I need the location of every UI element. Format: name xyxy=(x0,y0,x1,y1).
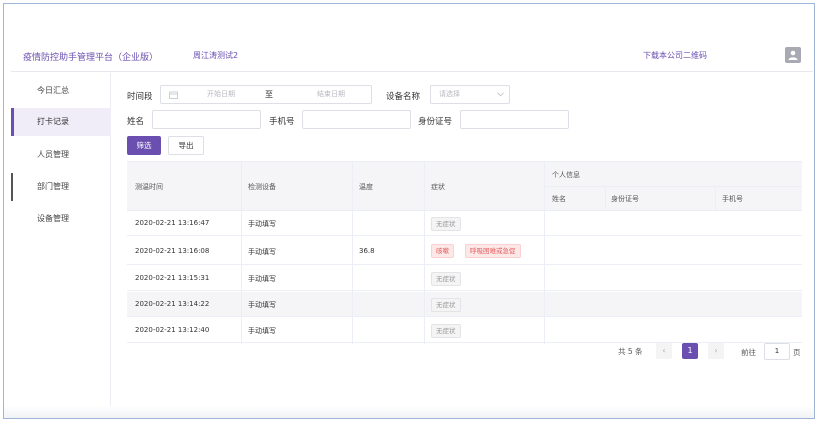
symptom-tag: 无症状 xyxy=(431,298,461,312)
col-phone: 手机号 xyxy=(722,195,743,203)
sidebar-item-personnel[interactable]: 人员管理 xyxy=(11,141,111,169)
col-device: 检测设备 xyxy=(248,183,276,191)
table-row[interactable]: 2020-02-21 13:16:47 手动填写 无症状 xyxy=(127,211,802,236)
cell-time: 2020-02-21 13:14:22 xyxy=(135,300,210,308)
filter-button[interactable]: 筛选 xyxy=(127,136,161,155)
header-divider xyxy=(424,162,425,212)
cell-device: 手动填写 xyxy=(248,301,276,309)
app-frame: 疫情防控助手管理平台（企业版） 周江涛测试2 下载本公司二维码 今日汇总 打卡记… xyxy=(3,3,815,419)
user-icon xyxy=(788,50,798,60)
col-personal-info: 个人信息 xyxy=(552,171,580,179)
device-select[interactable]: 请选择 xyxy=(430,85,510,104)
header-divider xyxy=(715,187,716,212)
table-header: 测温时间 检测设备 温度 症状 个人信息 姓名 身份证号 手机号 xyxy=(127,161,802,212)
pager-total: 共 5 条 xyxy=(618,347,643,356)
sidebar: 今日汇总 打卡记录 人员管理 部门管理 设备管理 xyxy=(11,73,111,418)
symptom-tag: 无症状 xyxy=(431,324,461,338)
id-number-label: 身份证号 xyxy=(418,117,453,127)
table-row[interactable]: 2020-02-21 13:16:08 手动填写 36.8 咳嗽 呼吸困难或急促 xyxy=(127,237,802,265)
main-content: 时间段 开始日期 至 结束日期 设备名称 请选择 姓名 手机号 身份证号 筛选 … xyxy=(117,79,812,409)
date-range-input[interactable]: 开始日期 至 结束日期 xyxy=(160,85,372,104)
name-label: 姓名 xyxy=(127,117,145,127)
header-divider xyxy=(544,162,545,212)
device-name-label: 设备名称 xyxy=(386,92,421,102)
pager-next-button[interactable]: › xyxy=(708,343,724,359)
table-row[interactable]: 2020-02-21 13:12:40 手动填写 无症状 xyxy=(127,318,802,343)
col-time: 测温时间 xyxy=(135,183,163,191)
cell-time: 2020-02-21 13:16:08 xyxy=(135,247,210,255)
symptom-tag: 无症状 xyxy=(431,217,461,231)
device-select-placeholder: 请选择 xyxy=(439,90,460,98)
sidebar-item-label: 部门管理 xyxy=(37,182,69,191)
sidebar-item-devices[interactable]: 设备管理 xyxy=(11,205,111,233)
platform-title: 疫情防控助手管理平台（企业版） xyxy=(23,53,159,63)
header-subdivider xyxy=(544,186,802,187)
top-blank-area xyxy=(4,4,814,36)
header-divider xyxy=(352,162,353,212)
symptom-tag: 呼吸困难或急促 xyxy=(465,244,521,258)
col-symptom: 症状 xyxy=(431,183,445,191)
col-name: 姓名 xyxy=(552,195,566,203)
bottom-fade xyxy=(4,406,814,418)
col-temperature: 温度 xyxy=(359,183,373,191)
table-row[interactable]: 2020-02-21 13:14:22 手动填写 无症状 xyxy=(127,292,802,317)
sidebar-item-label: 设备管理 xyxy=(37,214,69,223)
calendar-icon xyxy=(169,91,178,99)
range-separator: 至 xyxy=(265,90,273,99)
time-range-label: 时间段 xyxy=(127,92,153,102)
sidebar-item-label: 今日汇总 xyxy=(37,86,69,95)
pager-page-unit: 页 xyxy=(793,348,801,357)
chevron-down-icon xyxy=(497,92,504,97)
phone-label: 手机号 xyxy=(269,117,295,127)
cell-time: 2020-02-21 13:15:31 xyxy=(135,274,210,282)
sidebar-item-checkin-records[interactable]: 打卡记录 xyxy=(11,108,111,136)
pager-prev-button[interactable]: ‹ xyxy=(656,343,672,359)
column-divider xyxy=(241,211,242,344)
cell-device: 手动填写 xyxy=(248,248,276,256)
name-input[interactable] xyxy=(152,110,261,129)
sidebar-item-label: 人员管理 xyxy=(37,150,69,159)
header-divider xyxy=(605,187,606,212)
avatar[interactable] xyxy=(785,47,801,63)
column-divider xyxy=(352,211,353,344)
column-divider xyxy=(544,211,545,344)
cell-time: 2020-02-21 13:12:40 xyxy=(135,326,210,334)
cell-device: 手动填写 xyxy=(248,275,276,283)
end-date-placeholder: 结束日期 xyxy=(317,90,345,98)
column-divider xyxy=(424,211,425,344)
cell-device: 手动填写 xyxy=(248,220,276,228)
pager-goto-input[interactable]: 1 xyxy=(764,343,790,360)
cell-time: 2020-02-21 13:16:47 xyxy=(135,219,210,227)
cell-device: 手动填写 xyxy=(248,327,276,335)
download-qr-link[interactable]: 下载本公司二维码 xyxy=(643,50,707,61)
sidebar-item-today-summary[interactable]: 今日汇总 xyxy=(11,77,111,105)
symptom-tag: 无症状 xyxy=(431,272,461,286)
sidebar-item-label: 打卡记录 xyxy=(37,117,69,126)
id-number-input[interactable] xyxy=(460,110,569,129)
cell-temperature: 36.8 xyxy=(359,247,375,255)
export-button[interactable]: 导出 xyxy=(168,136,204,155)
col-id-number: 身份证号 xyxy=(611,195,639,203)
tenant-name: 周江涛测试2 xyxy=(193,51,239,60)
sidebar-item-departments[interactable]: 部门管理 xyxy=(11,173,111,201)
pager-goto-label: 前往 xyxy=(741,348,756,357)
symptom-tag: 咳嗽 xyxy=(431,244,454,258)
table-row[interactable]: 2020-02-21 13:15:31 手动填写 无症状 xyxy=(127,266,802,291)
app-header: 疫情防控助手管理平台（企业版） 周江涛测试2 下载本公司二维码 xyxy=(11,38,813,72)
phone-input[interactable] xyxy=(302,110,411,129)
header-divider xyxy=(241,162,242,212)
pager-page-button[interactable]: 1 xyxy=(682,343,698,359)
start-date-placeholder: 开始日期 xyxy=(207,90,235,98)
